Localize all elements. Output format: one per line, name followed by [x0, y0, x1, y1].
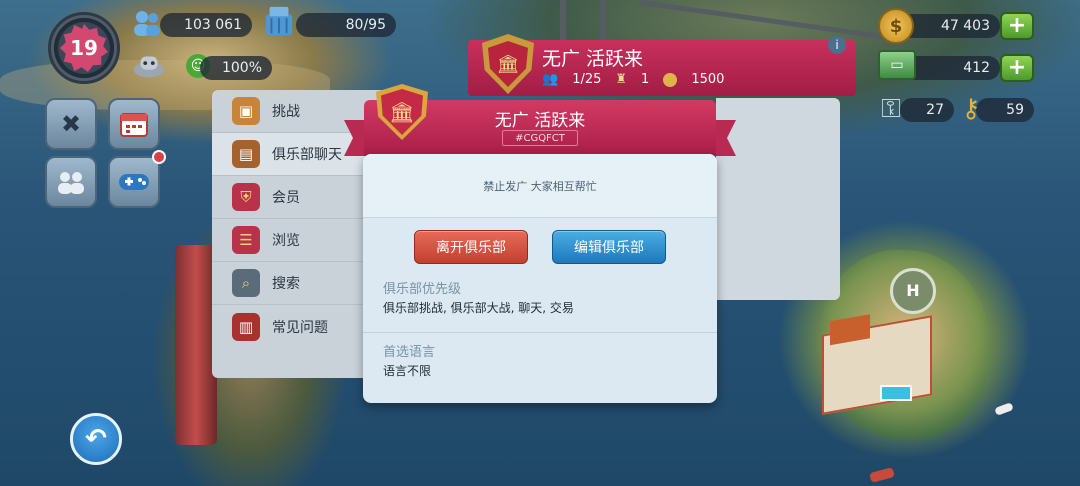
club-description: 禁止发广 大家相互帮忙	[363, 154, 717, 218]
leave-club-button[interactable]: 离开俱乐部	[414, 230, 528, 264]
chat-icon: ▤	[232, 140, 260, 168]
boat	[994, 402, 1014, 416]
club-banner-stats: 👥 1/25 ♜ 1 1500	[542, 72, 724, 87]
list-icon: ☰	[232, 226, 260, 254]
edit-club-button[interactable]: 编辑俱乐部	[552, 230, 666, 264]
menu-item-browse[interactable]: ☰ 浏览	[212, 219, 382, 262]
pool	[880, 385, 912, 401]
book-icon: ▥	[232, 312, 260, 341]
golden-key-icon: ⚷	[961, 94, 981, 124]
club-panel-background	[716, 98, 840, 300]
language-section: 首选语言 语言不限	[363, 341, 717, 379]
calendar-icon	[120, 113, 148, 137]
boat	[869, 467, 895, 483]
dialog-actions: 离开俱乐部 编辑俱乐部	[363, 218, 717, 264]
population-value: 103 061	[160, 13, 252, 37]
members-icon: 👥	[542, 72, 559, 87]
club-info-dialog: 禁止发广 大家相互帮忙 离开俱乐部 编辑俱乐部 俱乐部优先级 俱乐部挑战, 俱乐…	[363, 154, 717, 403]
notification-dot	[152, 150, 166, 164]
menu-item-members[interactable]: ⛨ 会员	[212, 176, 382, 219]
priority-value: 俱乐部挑战, 俱乐部大战, 聊天, 交易	[383, 301, 574, 315]
road	[600, 0, 606, 40]
trophy-count: 1	[641, 72, 650, 87]
friends-button[interactable]	[45, 156, 97, 208]
menu-item-label: 常见问题	[272, 319, 328, 336]
back-button[interactable]: ↶	[70, 413, 122, 465]
wrench-icon: ✖	[60, 110, 82, 138]
helipad[interactable]: H	[890, 268, 936, 314]
simcash-icon: ▭	[878, 50, 916, 80]
chest-icon: ▣	[232, 97, 260, 125]
workers-value: 80/95	[296, 13, 396, 37]
happiness-value: 100%	[200, 56, 272, 80]
games-button[interactable]	[108, 156, 160, 208]
points-count: 1500	[691, 72, 725, 87]
back-arrow-icon: ↶	[85, 424, 107, 454]
workers-icon	[262, 4, 296, 38]
language-value: 语言不限	[383, 364, 432, 378]
menu-item-label: 浏览	[272, 233, 300, 249]
members-count: 1/25	[572, 72, 602, 87]
club-banner: 🏛 无广 活跃来 👥 1/25 ♜ 1 1500 i	[468, 34, 856, 96]
road	[639, 0, 898, 42]
platinum-key-icon: ⚿	[881, 93, 901, 124]
lighthouse-building[interactable]	[175, 245, 217, 445]
club-tag: #CGQFCT	[502, 130, 578, 146]
language-label: 首选语言	[383, 345, 436, 360]
people-icon	[58, 172, 84, 194]
shield-icon: ⛨	[232, 183, 260, 211]
simoleon-coin-icon: $	[878, 8, 914, 44]
menu-item-label: 搜索	[272, 276, 300, 292]
calendar-button[interactable]	[108, 98, 160, 150]
robot-icon	[132, 48, 166, 82]
priority-label: 俱乐部优先级	[383, 282, 462, 297]
menu-item-label: 俱乐部聊天	[272, 147, 342, 163]
divider	[363, 332, 717, 333]
points-icon	[663, 72, 678, 87]
menu-item-faq[interactable]: ▥ 常见问题	[212, 305, 382, 348]
add-simoleons-button[interactable]: +	[1000, 12, 1034, 40]
golden-keys-value: 27	[900, 98, 954, 122]
population-icon	[130, 6, 164, 40]
priority-section: 俱乐部优先级 俱乐部挑战, 俱乐部大战, 聊天, 交易	[363, 278, 717, 316]
trophy-icon: ♜	[615, 72, 628, 87]
menu-item-label: 会员	[272, 190, 300, 206]
club-crest-icon: 🏛	[482, 34, 534, 94]
tools-button[interactable]: ✖	[45, 98, 97, 150]
gamepad-icon	[119, 174, 149, 190]
road	[560, 0, 566, 40]
club-banner-name: 无广 活跃来	[542, 48, 644, 70]
info-icon[interactable]: i	[828, 36, 846, 54]
add-simcash-button[interactable]: +	[1000, 54, 1034, 82]
menu-item-label: 挑战	[272, 104, 300, 120]
magnifier-icon: ⌕	[232, 269, 260, 297]
menu-item-search[interactable]: ⌕ 搜索	[212, 262, 382, 305]
